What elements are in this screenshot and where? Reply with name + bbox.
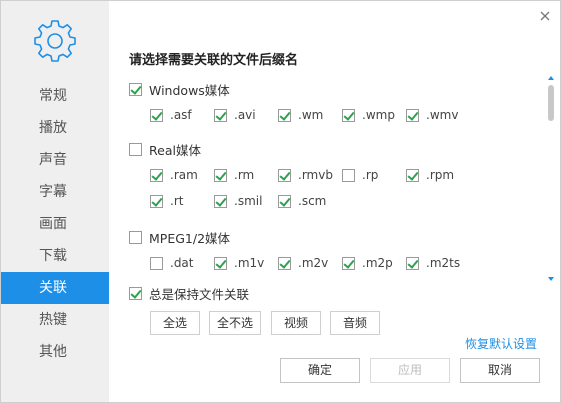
checkbox-box[interactable]	[278, 194, 291, 208]
sidebar-item-playback[interactable]: 播放	[1, 112, 109, 144]
checkbox-box[interactable]	[214, 194, 227, 208]
sidebar-item-hotkeys[interactable]: 热键	[1, 304, 109, 336]
checkbox-label: .rm	[234, 168, 255, 182]
checkbox-box[interactable]	[342, 108, 355, 122]
ext-checkbox-rt[interactable]: .rt	[150, 192, 183, 210]
checkbox-label: .m2ts	[426, 256, 461, 270]
select-all-button[interactable]: 全选	[150, 311, 200, 335]
checkbox-box[interactable]	[406, 168, 419, 182]
checkbox-label: .smil	[234, 194, 263, 208]
checkbox-box[interactable]	[278, 108, 291, 122]
select-none-button[interactable]: 全不选	[209, 311, 261, 335]
checkbox-label: .rp	[362, 168, 379, 182]
ext-checkbox-wmv[interactable]: .wmv	[406, 106, 458, 124]
ext-checkbox-asf[interactable]: .asf	[150, 106, 192, 124]
checkbox-box[interactable]	[278, 256, 291, 270]
checkbox-label: .avi	[234, 108, 256, 122]
checkbox-label: .m1v	[234, 256, 265, 270]
video-button[interactable]: 视频	[271, 311, 321, 335]
sidebar: 常规 播放 声音 字幕 画面 下载 关联 热键 其他	[1, 1, 109, 402]
checkbox-box[interactable]	[129, 82, 142, 96]
group-checkbox-real-media[interactable]: Real媒体	[129, 140, 201, 158]
ext-checkbox-rpm[interactable]: .rpm	[406, 166, 454, 184]
checkbox-label: .scm	[298, 194, 327, 208]
checkbox-label: Windows媒体	[149, 82, 230, 98]
sidebar-item-association[interactable]: 关联	[1, 272, 109, 304]
checkbox-box[interactable]	[214, 256, 227, 270]
ext-checkbox-rm[interactable]: .rm	[214, 166, 254, 184]
ext-checkbox-wm[interactable]: .wm	[278, 106, 323, 124]
ok-button[interactable]: 确定	[280, 358, 360, 383]
ext-checkbox-m2p[interactable]: .m2p	[342, 254, 393, 272]
sidebar-item-picture[interactable]: 画面	[1, 208, 109, 240]
ext-checkbox-m1v[interactable]: .m1v	[214, 254, 264, 272]
ext-checkbox-scm[interactable]: .scm	[278, 192, 326, 210]
sidebar-item-general[interactable]: 常规	[1, 80, 109, 112]
ext-checkbox-smil[interactable]: .smil	[214, 192, 262, 210]
arrow-up-icon[interactable]	[546, 73, 556, 83]
checkbox-box[interactable]	[406, 108, 419, 122]
arrow-down-icon[interactable]	[546, 274, 556, 284]
page-title: 请选择需要关联的文件后缀名	[129, 53, 299, 68]
checkbox-label: .rpm	[426, 168, 455, 182]
ext-checkbox-dat[interactable]: .dat	[150, 254, 194, 272]
cancel-button[interactable]: 取消	[460, 358, 540, 383]
sidebar-item-other[interactable]: 其他	[1, 336, 109, 368]
checkbox-box[interactable]	[150, 168, 163, 182]
checkbox-box[interactable]	[214, 168, 227, 182]
close-icon[interactable]	[536, 7, 554, 25]
checkbox-box[interactable]	[278, 168, 291, 182]
checkbox-label: .m2v	[298, 256, 329, 270]
checkbox-box[interactable]	[214, 108, 227, 122]
ext-checkbox-rp[interactable]: .rp	[342, 166, 378, 184]
checkbox-label: 总是保持文件关联	[149, 286, 250, 302]
checkbox-label: .wmv	[426, 108, 459, 122]
checkbox-label: .m2p	[362, 256, 393, 270]
group-checkbox-mpeg-media[interactable]: MPEG1/2媒体	[129, 228, 230, 246]
checkbox-box[interactable]	[129, 142, 142, 156]
checkbox-label: .dat	[170, 256, 194, 270]
checkbox-label: Real媒体	[149, 142, 201, 158]
checkbox-label: MPEG1/2媒体	[149, 230, 231, 246]
apply-button[interactable]: 应用	[370, 358, 450, 383]
sidebar-item-download[interactable]: 下载	[1, 240, 109, 272]
checkbox-box[interactable]	[150, 108, 163, 122]
checkbox-label: .asf	[170, 108, 192, 122]
vertical-scrollbar[interactable]	[546, 73, 556, 284]
ext-checkbox-wmp[interactable]: .wmp	[342, 106, 395, 124]
checkbox-label: .wmp	[362, 108, 395, 122]
ext-checkbox-m2v[interactable]: .m2v	[278, 254, 328, 272]
always-keep-association-checkbox[interactable]: 总是保持文件关联	[129, 284, 249, 302]
restore-defaults-link[interactable]: 恢复默认设置	[465, 335, 537, 352]
checkbox-box[interactable]	[129, 230, 142, 244]
sidebar-item-subtitles[interactable]: 字幕	[1, 176, 109, 208]
settings-dialog: 常规 播放 声音 字幕 画面 下载 关联 热键 其他 请选择需要关联的文件后缀名…	[0, 0, 561, 403]
audio-button[interactable]: 音频	[330, 311, 380, 335]
group-checkbox-windows-media[interactable]: Windows媒体	[129, 80, 230, 98]
extension-list: Windows媒体 .asf .avi .wm .wmp .wmv Real媒体…	[125, 73, 543, 283]
scroll-thumb[interactable]	[548, 85, 554, 121]
checkbox-box[interactable]	[342, 168, 355, 182]
ext-checkbox-m2ts[interactable]: .m2ts	[406, 254, 460, 272]
checkbox-label: .rt	[170, 194, 184, 208]
gear-icon	[34, 20, 76, 62]
ext-checkbox-avi[interactable]: .avi	[214, 106, 256, 124]
checkbox-label: .wm	[298, 108, 324, 122]
ext-checkbox-ram[interactable]: .ram	[150, 166, 198, 184]
checkbox-box[interactable]	[406, 256, 419, 270]
sidebar-item-audio[interactable]: 声音	[1, 144, 109, 176]
checkbox-box[interactable]	[150, 256, 163, 270]
checkbox-box[interactable]	[150, 194, 163, 208]
ext-checkbox-rmvb[interactable]: .rmvb	[278, 166, 333, 184]
checkbox-box[interactable]	[342, 256, 355, 270]
checkbox-label: .rmvb	[298, 168, 333, 182]
checkbox-label: .ram	[170, 168, 198, 182]
checkbox-box[interactable]	[129, 286, 142, 300]
